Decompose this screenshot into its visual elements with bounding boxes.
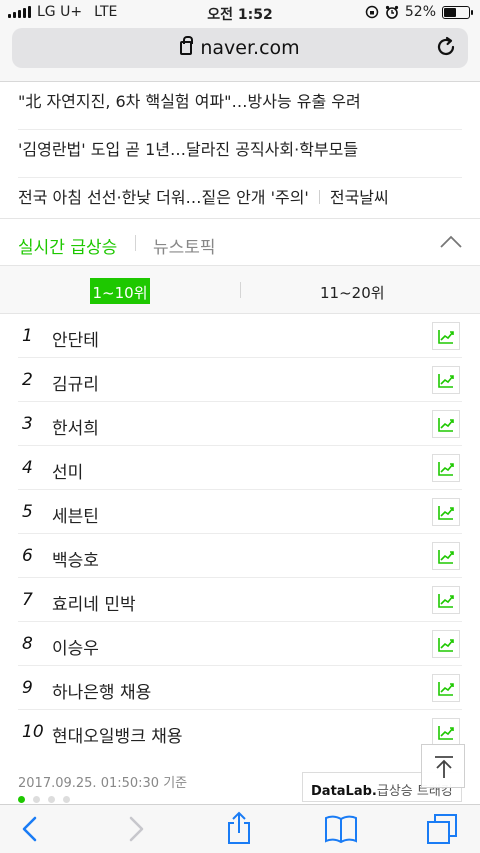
news-headline[interactable]: '김영란법' 도입 곧 1년…달라진 공직사회·학부모들 [18, 140, 358, 159]
page-dot[interactable] [18, 796, 25, 803]
rank-number: 9 [22, 678, 33, 698]
chevron-up-icon[interactable] [440, 235, 462, 249]
lock-icon [180, 36, 194, 55]
rank-number: 2 [22, 370, 33, 390]
battery-percent: 52% [404, 4, 436, 20]
page-dot[interactable] [63, 796, 70, 803]
divider [240, 282, 241, 298]
rank-keyword[interactable]: 이승우 [52, 634, 99, 659]
share-icon[interactable] [225, 811, 253, 845]
trend-chart-icon [438, 418, 454, 432]
trend-chart-icon [438, 374, 454, 388]
rank-keyword[interactable]: 백승호 [52, 546, 99, 571]
divider [318, 190, 320, 204]
rank-row[interactable]: 10 현대오일뱅크 채용 [18, 710, 462, 754]
trend-chart-icon [438, 594, 454, 608]
trend-chart-icon [438, 682, 454, 696]
rank-row[interactable]: 9 하나은행 채용 [18, 666, 462, 710]
news-headline[interactable]: "北 자연지진, 6차 핵실험 여파"…방사능 유출 우려 [18, 92, 361, 111]
weather-link[interactable]: 전국날씨 [330, 188, 389, 207]
rank-keyword[interactable]: 현대오일뱅크 채용 [52, 722, 183, 747]
status-bar: LG U+ LTE 오전 1:52 52% [0, 0, 480, 26]
rank-number: 10 [22, 722, 44, 742]
rank-range-tabs: 1~10위 11~20위 [0, 266, 480, 314]
rank-keyword[interactable]: 김규리 [52, 370, 99, 395]
alarm-icon [385, 5, 398, 19]
trend-chart-button[interactable] [432, 454, 460, 482]
rank-number: 7 [22, 590, 33, 610]
rank-keyword[interactable]: 효리네 민박 [52, 590, 136, 615]
back-icon[interactable] [20, 815, 40, 843]
trend-chart-icon [438, 462, 454, 476]
rank-row[interactable]: 7 효리네 민박 [18, 578, 462, 622]
page-dot[interactable] [48, 796, 55, 803]
rank-number: 5 [22, 502, 33, 522]
tab-realtime-rising[interactable]: 실시간 급상승 [18, 233, 117, 258]
page-indicator [18, 796, 70, 803]
trend-chart-button[interactable] [432, 586, 460, 614]
scroll-top-button[interactable] [421, 744, 465, 788]
tab-rank-11-20[interactable]: 11~20위 [320, 282, 385, 303]
tab-news-topic[interactable]: 뉴스토픽 [153, 233, 216, 258]
rank-row[interactable]: 6 백승호 [18, 534, 462, 578]
rank-keyword[interactable]: 한서희 [52, 414, 99, 439]
realtime-header: 실시간 급상승 뉴스토픽 [0, 218, 480, 266]
trend-chart-icon [438, 550, 454, 564]
rank-row[interactable]: 2 김규리 [18, 358, 462, 402]
url-display[interactable]: naver.com [12, 36, 468, 59]
divider [135, 235, 136, 251]
rank-number: 3 [22, 414, 33, 434]
trend-chart-icon [438, 638, 454, 652]
rank-keyword[interactable]: 하나은행 채용 [52, 678, 151, 703]
reload-icon[interactable] [434, 35, 458, 59]
forward-icon[interactable] [126, 815, 146, 843]
trend-chart-button[interactable] [432, 498, 460, 526]
trend-chart-button[interactable] [432, 410, 460, 438]
datalab-brand: DataLab. [311, 784, 377, 799]
rank-keyword[interactable]: 세븐틴 [52, 502, 99, 527]
browser-toolbar [0, 804, 480, 853]
trend-chart-icon [438, 330, 454, 344]
rank-keyword[interactable]: 선미 [52, 458, 83, 483]
trend-chart-button[interactable] [432, 542, 460, 570]
rank-number: 8 [22, 634, 33, 654]
trend-chart-button[interactable] [432, 366, 460, 394]
rank-row[interactable]: 1 안단테 [18, 314, 462, 358]
arrow-up-icon [435, 756, 453, 778]
news-item[interactable]: '김영란법' 도입 곧 1년…달라진 공직사회·학부모들 [18, 130, 462, 178]
rank-list: 1 안단테 2 김규리 3 한서희 4 선미 5 세븐틴 6 백승호 7 효리네 민박 8 이승우 9 하나은행 … [18, 314, 462, 754]
address-bar[interactable]: naver.com [12, 28, 468, 68]
tabs-icon[interactable] [426, 813, 458, 845]
trend-chart-icon [438, 726, 454, 740]
rank-number: 1 [22, 326, 33, 346]
page-dot[interactable] [33, 796, 40, 803]
trend-chart-button[interactable] [432, 630, 460, 658]
status-right: 52% [365, 4, 473, 20]
rank-row[interactable]: 5 세븐틴 [18, 490, 462, 534]
trend-chart-icon [438, 506, 454, 520]
timestamp: 2017.09.25. 01:50:30 기준 [18, 776, 188, 791]
bookmarks-icon[interactable] [324, 814, 358, 844]
trend-chart-button[interactable] [432, 322, 460, 350]
url-text: naver.com [200, 37, 300, 59]
news-item[interactable]: "北 자연지진, 6차 핵실험 여파"…방사능 유출 우려 [18, 82, 462, 130]
rank-row[interactable]: 4 선미 [18, 446, 462, 490]
rank-row[interactable]: 3 한서희 [18, 402, 462, 446]
news-list: "北 자연지진, 6차 핵실험 여파"…방사능 유출 우려 '김영란법' 도입 … [0, 82, 480, 226]
rank-keyword[interactable]: 안단테 [52, 326, 99, 351]
rank-row[interactable]: 8 이승우 [18, 622, 462, 666]
battery-icon [442, 5, 473, 19]
rank-number: 6 [22, 546, 33, 566]
rank-number: 4 [22, 458, 33, 478]
rotation-lock-icon [365, 5, 379, 19]
news-headline[interactable]: 전국 아침 선선·한낮 더워…짙은 안개 '주의' [18, 188, 309, 207]
trend-chart-button[interactable] [432, 674, 460, 702]
tab-rank-1-10[interactable]: 1~10위 [90, 278, 150, 304]
trend-chart-button[interactable] [432, 718, 460, 746]
browser-chrome: LG U+ LTE 오전 1:52 52% naver.com [0, 0, 480, 82]
